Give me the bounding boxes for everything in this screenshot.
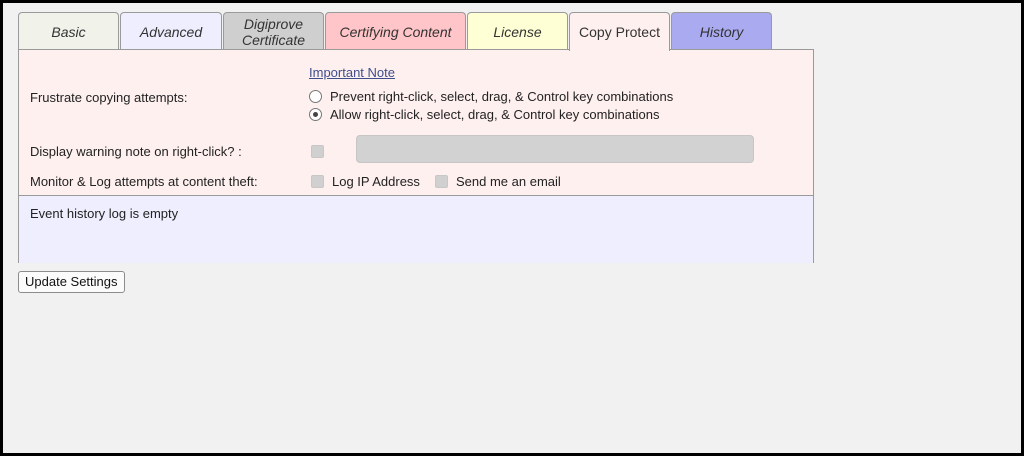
tab-copy-protect[interactable]: Copy Protect (569, 12, 670, 51)
warning-note-checkbox[interactable] (311, 145, 324, 158)
copy-protect-panel: Important Note Frustrate copying attempt… (18, 49, 814, 263)
prevent-copy-radio[interactable] (309, 90, 322, 103)
update-settings-button[interactable]: Update Settings (18, 271, 125, 293)
warning-note-label: Display warning note on right-click? : (30, 144, 242, 159)
allow-copy-label: Allow right-click, select, drag, & Contr… (330, 107, 660, 122)
tab-basic[interactable]: Basic (18, 12, 119, 50)
send-email-option[interactable]: Send me an email (435, 174, 561, 189)
monitor-log-label: Monitor & Log attempts at content theft: (30, 174, 258, 189)
tab-advanced[interactable]: Advanced (120, 12, 222, 50)
send-email-label: Send me an email (456, 174, 561, 189)
settings-screen: Basic Advanced Digiprove Certificate Cer… (3, 3, 1021, 453)
frustrate-copying-label: Frustrate copying attempts: (30, 90, 188, 105)
history-empty-text: Event history log is empty (30, 206, 179, 221)
tab-history[interactable]: History (671, 12, 772, 50)
allow-copy-radio[interactable] (309, 108, 322, 121)
log-ip-option[interactable]: Log IP Address (311, 174, 420, 189)
prevent-copy-label: Prevent right-click, select, drag, & Con… (330, 89, 674, 104)
tab-digiprove-certificate[interactable]: Digiprove Certificate (223, 12, 324, 50)
send-email-checkbox[interactable] (435, 175, 448, 188)
prevent-copy-option[interactable]: Prevent right-click, select, drag, & Con… (309, 89, 673, 104)
tab-bar: Basic Advanced Digiprove Certificate Cer… (18, 12, 773, 51)
log-ip-label: Log IP Address (332, 174, 420, 189)
history-log-area: Event history log is empty (19, 195, 813, 263)
tab-certifying-content[interactable]: Certifying Content (325, 12, 466, 50)
important-note-link[interactable]: Important Note (309, 65, 395, 80)
warning-note-input[interactable] (356, 135, 754, 163)
allow-copy-option[interactable]: Allow right-click, select, drag, & Contr… (309, 107, 659, 122)
log-ip-checkbox[interactable] (311, 175, 324, 188)
tab-license[interactable]: License (467, 12, 568, 50)
